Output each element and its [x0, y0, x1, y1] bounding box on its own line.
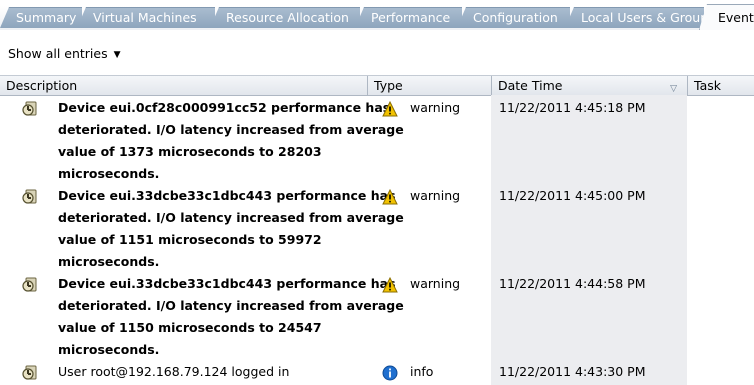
description-line: Device eui.0cf28c000991cc52 performance …	[58, 100, 391, 115]
event-icon	[22, 189, 37, 204]
tab-label: Virtual Machines	[93, 10, 197, 25]
show-entries-dropdown[interactable]: Show all entries ▼	[8, 46, 121, 61]
description-line: deteriorated. I/O latency increased from…	[58, 298, 404, 313]
event-type: warning	[410, 188, 461, 203]
event-row[interactable]: User root@192.168.79.124 logged in info …	[0, 361, 754, 385]
description-line: Device eui.33dcbe33c1dbc443 performance …	[58, 188, 396, 203]
tab-label: Summary	[16, 10, 77, 25]
tab-strip: Summary Virtual Machines Resource Alloca…	[0, 0, 754, 30]
description-line: value of 1151 microseconds to 59972	[58, 232, 322, 247]
event-icon	[22, 101, 37, 116]
description-line: Device eui.33dcbe33c1dbc443 performance …	[58, 276, 396, 291]
description-line: value of 1150 microseconds to 24547	[58, 320, 322, 335]
info-icon	[382, 365, 398, 381]
warning-icon	[382, 101, 398, 117]
event-datetime: 11/22/2011 4:45:00 PM	[499, 188, 646, 203]
event-description: Device eui.0cf28c000991cc52 performance …	[58, 97, 404, 185]
event-row[interactable]: Device eui.33dcbe33c1dbc443 performance …	[0, 185, 754, 273]
tab-performance[interactable]: Performance	[355, 7, 462, 28]
tab-label: Local Users & Groups	[581, 10, 715, 25]
description-line: value of 1373 microseconds to 28203	[58, 144, 322, 159]
column-header-description[interactable]: Description	[0, 76, 367, 95]
events-table-header: Description Type Date Time ▽ Task	[0, 75, 754, 96]
column-label: Description	[6, 78, 78, 93]
event-row[interactable]: Device eui.0cf28c000991cc52 performance …	[0, 97, 754, 185]
tab-label: Events	[718, 10, 754, 25]
event-type: warning	[410, 100, 461, 115]
event-description: User root@192.168.79.124 logged in	[58, 361, 368, 383]
column-label: Task	[694, 78, 721, 93]
event-icon	[22, 365, 37, 380]
tab-label: Configuration	[473, 10, 558, 25]
tab-label: Performance	[371, 10, 451, 25]
dropdown-arrow-icon: ▼	[113, 50, 121, 60]
column-header-date-time[interactable]: Date Time ▽	[491, 76, 687, 95]
column-header-task[interactable]: Task	[687, 76, 754, 95]
tab-summary[interactable]: Summary	[0, 7, 82, 28]
event-datetime: 11/22/2011 4:45:18 PM	[499, 100, 646, 115]
tab-label: Resource Allocation	[226, 10, 349, 25]
description-line: deteriorated. I/O latency increased from…	[58, 122, 404, 137]
column-label: Date Time	[498, 78, 563, 93]
event-datetime: 11/22/2011 4:44:58 PM	[499, 276, 646, 291]
description-line: microseconds.	[58, 254, 160, 269]
description-line: microseconds.	[58, 342, 160, 357]
tab-resource-allocation[interactable]: Resource Allocation	[210, 7, 360, 28]
event-type: info	[410, 364, 434, 379]
event-description: Device eui.33dcbe33c1dbc443 performance …	[58, 185, 404, 273]
tab-virtual-machines[interactable]: Virtual Machines	[77, 7, 215, 28]
description-line: deteriorated. I/O latency increased from…	[58, 210, 404, 225]
description-line: User root@192.168.79.124 logged in	[58, 364, 290, 379]
warning-icon	[382, 277, 398, 293]
filter-label: Show all entries	[8, 46, 108, 61]
event-row[interactable]: Device eui.33dcbe33c1dbc443 performance …	[0, 273, 754, 361]
tab-local-users-groups[interactable]: Local Users & Groups	[565, 7, 704, 28]
column-header-type[interactable]: Type	[367, 76, 491, 95]
tab-events[interactable]: Events	[699, 4, 754, 30]
event-description: Device eui.33dcbe33c1dbc443 performance …	[58, 273, 404, 361]
description-line: microseconds.	[58, 166, 160, 181]
tab-configuration[interactable]: Configuration	[457, 7, 570, 28]
event-datetime: 11/22/2011 4:43:30 PM	[499, 364, 646, 379]
column-label: Type	[374, 78, 403, 93]
event-type: warning	[410, 276, 461, 291]
warning-icon	[382, 189, 398, 205]
event-icon	[22, 277, 37, 292]
